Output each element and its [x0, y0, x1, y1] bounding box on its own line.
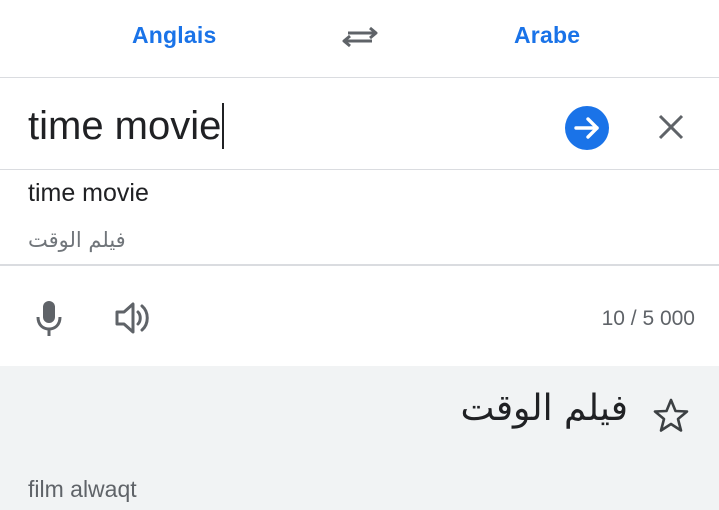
- save-translation-button[interactable]: [651, 396, 691, 436]
- target-language-button[interactable]: Arabe: [514, 22, 580, 49]
- translate-app: Anglais Arabe time movie time movie فيلم…: [0, 0, 719, 510]
- suggestion-translation-text: فيلم الوقت: [28, 228, 126, 252]
- listen-button[interactable]: [112, 298, 154, 338]
- swap-arrows-icon: [340, 20, 380, 54]
- translation-result-panel: فيلم الوقت film alwaqt: [0, 366, 719, 510]
- source-text-value: time movie: [28, 104, 222, 148]
- clear-input-button[interactable]: [652, 108, 690, 146]
- suggestion-item[interactable]: time movie فيلم الوقت: [0, 170, 719, 266]
- text-caret: [222, 103, 225, 149]
- translation-result-text: فيلم الوقت: [460, 388, 628, 429]
- microphone-icon: [30, 298, 68, 338]
- arrow-forward-circle-icon: [565, 106, 609, 150]
- suggestion-source-text: time movie: [28, 179, 149, 207]
- language-bar: Anglais Arabe: [0, 0, 719, 78]
- speaker-icon: [112, 298, 154, 338]
- transliteration-text: film alwaqt: [28, 476, 137, 502]
- microphone-button[interactable]: [30, 298, 68, 338]
- translate-go-button[interactable]: [565, 106, 609, 150]
- source-language-button[interactable]: Anglais: [132, 22, 216, 49]
- input-tools-row: 10 / 5 000: [0, 266, 719, 366]
- swap-languages-button[interactable]: [340, 20, 380, 54]
- source-text-input[interactable]: time movie: [28, 102, 225, 150]
- character-count: 10 / 5 000: [601, 307, 695, 330]
- star-outline-icon: [651, 396, 691, 436]
- close-icon: [652, 108, 690, 146]
- source-input-row: time movie: [0, 78, 719, 170]
